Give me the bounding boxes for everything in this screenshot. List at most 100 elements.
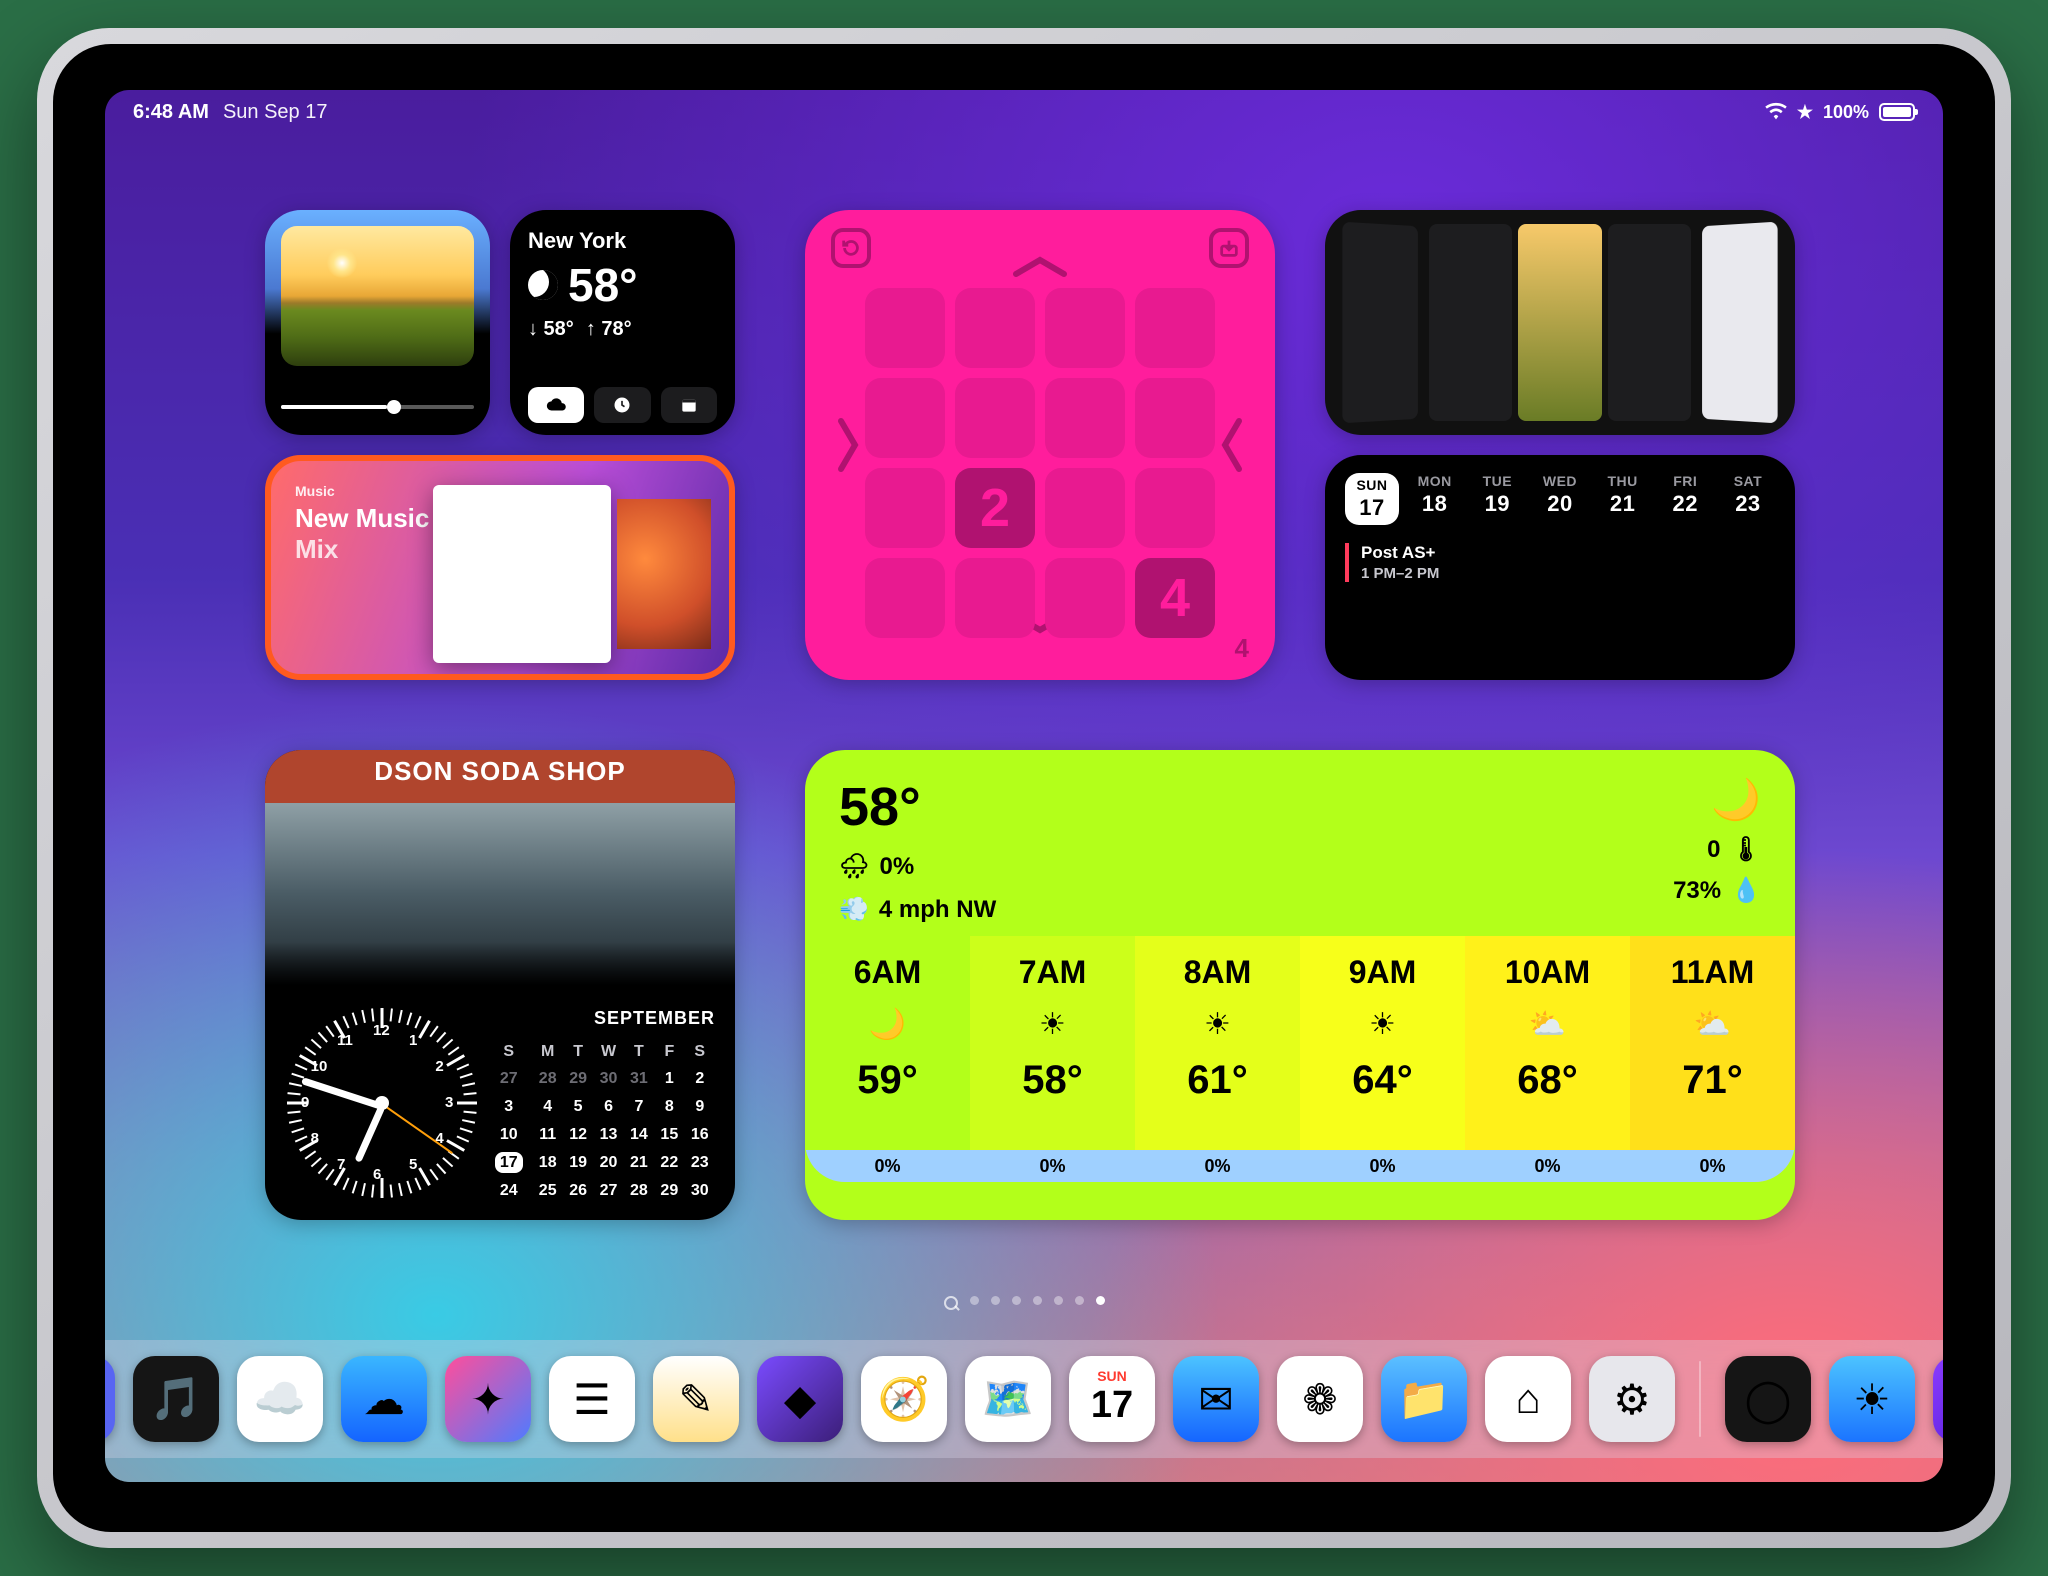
photos-widget[interactable] (265, 210, 490, 435)
game-up-arrow[interactable] (1010, 252, 1070, 280)
dock-app-reminders[interactable]: ☰ (549, 1356, 635, 1442)
weather-tab-daily[interactable] (661, 387, 717, 423)
clock-calendar-widget[interactable]: DSON SODA SHOP 121234567891011 SEPTEMBER… (265, 750, 735, 1220)
calendar-event[interactable]: Post AS+ 1 PM–2 PM (1345, 543, 1775, 582)
dock-app-files[interactable]: 📁 (1381, 1356, 1467, 1442)
forecast-hour[interactable]: 6AM🌙59°0% (805, 936, 970, 1182)
night-clear-icon: 🌙 (869, 1007, 906, 1042)
dock-app-app-three[interactable]: ✶ (1933, 1356, 1943, 1442)
page-dot[interactable] (1075, 1296, 1084, 1305)
game-save-button[interactable] (1209, 228, 1249, 268)
calendar-day[interactable]: SAT23 (1721, 473, 1775, 525)
dock-app-app-one[interactable]: ◯ (1725, 1356, 1811, 1442)
switcher-card (1608, 224, 1692, 421)
notes-icon: ✎ (678, 1375, 713, 1424)
page-dot[interactable] (970, 1296, 979, 1305)
ipad-device: 6:48 AM Sun Sep 17 ★ 100% New York (37, 28, 2011, 1548)
dock-app-mail[interactable]: ✉︎ (1173, 1356, 1259, 1442)
dock-app-weather[interactable]: ☀︎ (1829, 1356, 1915, 1442)
calendar-day[interactable]: THU21 (1596, 473, 1650, 525)
weather-high: ↑ 78° (586, 318, 632, 341)
forecast-hour[interactable]: 8AM☀︎61°0% (1135, 936, 1300, 1182)
hourly-forecast[interactable]: 6AM🌙59°0%7AM☀︎58°0%8AM☀︎61°0%9AM☀︎64°0%1… (805, 936, 1795, 1182)
page-dot[interactable] (1054, 1296, 1063, 1305)
obsidian-icon: ◆ (784, 1375, 816, 1424)
dock-app-photos[interactable]: ❁ (1277, 1356, 1363, 1442)
page-dot[interactable] (1012, 1296, 1021, 1305)
files-icon: 📁 (1398, 1375, 1450, 1424)
photo-thumbnail (281, 226, 474, 366)
playback-slider[interactable] (281, 405, 474, 409)
wind-icon: 💨 (839, 895, 869, 924)
switcher-card (1702, 222, 1777, 424)
icloud-icon: ☁ (363, 1375, 405, 1424)
forecast-hour[interactable]: 9AM☀︎64°0% (1300, 936, 1465, 1182)
dock-app-safari[interactable]: 🧭 (861, 1356, 947, 1442)
ipad-bezel: 6:48 AM Sun Sep 17 ★ 100% New York (53, 44, 1995, 1532)
calendar-day[interactable]: FRI22 (1658, 473, 1712, 525)
dock-app-obsidian[interactable]: ◆ (757, 1356, 843, 1442)
weather-tab-hourly[interactable] (594, 387, 650, 423)
weather-icon: ☀︎ (1853, 1375, 1891, 1424)
forecast-hour[interactable]: 11AM⛅71°0% (1630, 936, 1795, 1182)
weather-widget-small[interactable]: New York 58° ↓ 58° ↑ 78° (510, 210, 735, 435)
game-left-arrow[interactable] (835, 415, 863, 475)
spotlight-search-dot[interactable] (944, 1296, 958, 1310)
game-tile: 2 (955, 468, 1035, 548)
battery-icon (1879, 103, 1915, 121)
weather-tab-current[interactable] (528, 387, 584, 423)
dock-app-settings[interactable]: ⚙︎ (1589, 1356, 1675, 1442)
page-dot[interactable] (991, 1296, 1000, 1305)
event-time: 1 PM–2 PM (1361, 565, 1775, 582)
page-dot[interactable] (1033, 1296, 1042, 1305)
calendar-day[interactable]: WED20 (1533, 473, 1587, 525)
home-screen[interactable]: 6:48 AM Sun Sep 17 ★ 100% New York (105, 90, 1943, 1482)
game-2048-widget[interactable]: 24 4 (805, 210, 1275, 680)
calendar-day[interactable]: MON18 (1408, 473, 1462, 525)
dock-app-pocket[interactable]: ☁️ (237, 1356, 323, 1442)
weather-forecast-widget[interactable]: 58° 🌧0% 💨4 mph NW 🌙 0 🌡 73% 💧 6AM🌙59°0%7… (805, 750, 1795, 1220)
dock[interactable]: 💬👾🎵☁️☁✦☰✎◆🧭🗺️SUN17✉︎❁📁⌂⚙︎◯☀︎✶⊞ (105, 1340, 1943, 1458)
music-alt-icon: 🎵 (150, 1375, 202, 1424)
dock-app-notes[interactable]: ✎ (653, 1356, 739, 1442)
forecast-wind: 💨4 mph NW (839, 895, 996, 924)
switcher-card (1342, 222, 1417, 424)
home-icon: ⌂ (1515, 1375, 1540, 1423)
music-title-2: Mix (295, 534, 429, 565)
calendar-week-widget[interactable]: SUN17MON18TUE19WED20THU21FRI22SAT23 Post… (1325, 455, 1795, 680)
sun-icon: ☀︎ (1039, 1007, 1066, 1042)
dock-app-shortcuts[interactable]: ✦ (445, 1356, 531, 1442)
dock-app-home[interactable]: ⌂ (1485, 1356, 1571, 1442)
dock-app-calendar[interactable]: SUN17 (1069, 1356, 1155, 1442)
page-dot[interactable] (1096, 1296, 1105, 1305)
forecast-precip: 🌧0% (839, 852, 996, 881)
event-title: Post AS+ (1361, 543, 1435, 562)
dock-app-icloud[interactable]: ☁ (341, 1356, 427, 1442)
game-undo-button[interactable] (831, 228, 871, 268)
shortcuts-icon: ✦ (470, 1375, 505, 1424)
music-service: Music (295, 483, 429, 499)
settings-icon: ⚙︎ (1613, 1375, 1651, 1424)
partly-cloudy-icon: ⛅ (1694, 1007, 1731, 1042)
calendar-day[interactable]: SUN17 (1345, 473, 1399, 525)
night-clear-icon (528, 270, 558, 300)
page-indicator[interactable] (105, 1296, 1943, 1310)
dock-app-discord[interactable]: 👾 (105, 1356, 115, 1442)
game-right-arrow[interactable] (1217, 415, 1245, 475)
music-widget[interactable]: Music New Music Mix (265, 455, 735, 680)
app-switcher-widget[interactable] (1325, 210, 1795, 435)
featured-photo: DSON SODA SHOP (265, 750, 735, 990)
photos-icon: ❁ (1302, 1375, 1337, 1424)
dock-app-music-alt[interactable]: 🎵 (133, 1356, 219, 1442)
dock-app-maps[interactable]: 🗺️ (965, 1356, 1051, 1442)
status-date: Sun Sep 17 (223, 101, 328, 124)
analog-clock: 121234567891011 (265, 990, 485, 1220)
safari-icon: 🧭 (878, 1375, 930, 1424)
forecast-hour[interactable]: 10AM⛅68°0% (1465, 936, 1630, 1182)
forecast-hour[interactable]: 7AM☀︎58°0% (970, 936, 1135, 1182)
calendar-day[interactable]: TUE19 (1470, 473, 1524, 525)
switcher-card (1429, 224, 1513, 421)
switcher-card (1518, 224, 1602, 421)
game-board: 24 (865, 288, 1215, 638)
weather-low: ↓ 58° (528, 318, 574, 341)
